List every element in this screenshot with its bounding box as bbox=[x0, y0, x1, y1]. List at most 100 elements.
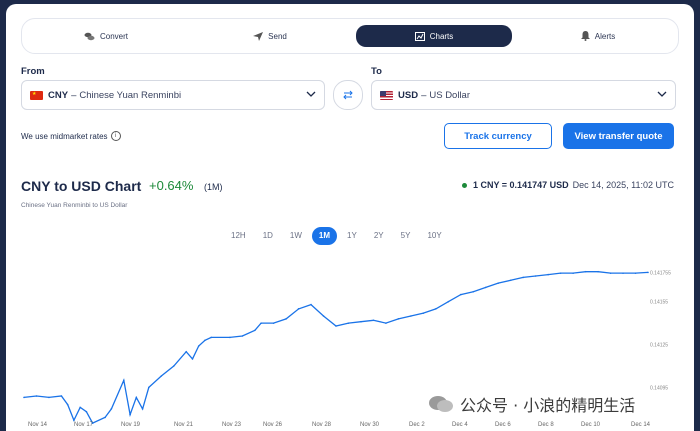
from-name: Chinese Yuan Renminbi bbox=[79, 89, 182, 101]
data-point bbox=[204, 339, 206, 342]
data-point bbox=[360, 320, 362, 323]
data-point bbox=[609, 272, 612, 274]
data-point bbox=[135, 396, 138, 399]
track-currency-button[interactable]: Track currency bbox=[444, 123, 552, 149]
to-label: To bbox=[371, 66, 382, 77]
data-point bbox=[310, 303, 312, 306]
data-point bbox=[35, 395, 38, 397]
swap-currencies-button[interactable] bbox=[333, 80, 363, 110]
data-point bbox=[572, 272, 574, 274]
range-1y[interactable]: 1Y bbox=[340, 227, 364, 245]
data-point bbox=[397, 318, 400, 320]
currency-card: Convert Send Charts Alerts From ★ CNY – … bbox=[6, 4, 694, 431]
y-tick-label: 0.141755 bbox=[650, 270, 671, 276]
from-label: From bbox=[21, 66, 45, 77]
x-tick-label: Nov 23 bbox=[222, 422, 242, 428]
data-point bbox=[104, 416, 106, 419]
data-point bbox=[335, 325, 337, 327]
from-separator: – bbox=[71, 89, 77, 101]
data-point bbox=[148, 386, 150, 389]
data-point bbox=[497, 282, 500, 284]
data-point bbox=[73, 419, 75, 422]
rate-date: Dec 14, 2025, 11:02 UTC bbox=[572, 180, 674, 190]
tab-label: Alerts bbox=[594, 31, 616, 41]
data-point bbox=[447, 300, 450, 303]
tab-bar: Convert Send Charts Alerts bbox=[21, 18, 679, 54]
live-dot-icon bbox=[461, 182, 467, 188]
change-percent: +0.64% bbox=[149, 178, 194, 193]
data-point bbox=[460, 293, 462, 296]
to-currency-select[interactable]: USD – US Dollar bbox=[371, 80, 676, 110]
data-point bbox=[634, 272, 637, 274]
data-point bbox=[210, 336, 212, 339]
data-point bbox=[160, 375, 163, 377]
data-point bbox=[129, 413, 131, 416]
data-point bbox=[472, 290, 475, 293]
data-point bbox=[622, 272, 624, 274]
data-point bbox=[60, 395, 63, 397]
change-period: (1M) bbox=[204, 182, 223, 192]
tab-charts[interactable]: Charts bbox=[356, 25, 512, 47]
x-tick-label: Nov 21 bbox=[174, 422, 194, 428]
convert-icon bbox=[84, 32, 95, 40]
tab-send[interactable]: Send bbox=[192, 25, 348, 47]
info-icon[interactable]: i bbox=[110, 131, 121, 141]
tab-label: Convert bbox=[99, 31, 128, 41]
midmarket-note: We use midmarket rates i bbox=[21, 131, 121, 141]
from-code: CNY bbox=[48, 89, 69, 101]
tab-convert[interactable]: Convert bbox=[28, 25, 184, 47]
x-tick-label: Nov 19 bbox=[121, 422, 141, 428]
current-rate: 1 CNY = 0.141747 USD Dec 14, 2025, 11:02… bbox=[461, 180, 674, 190]
x-tick-label: Dec 2 bbox=[409, 422, 425, 428]
data-point bbox=[197, 345, 200, 347]
x-tick-label: Dec 4 bbox=[452, 422, 468, 428]
to-separator: – bbox=[421, 89, 427, 101]
wechat-icon bbox=[429, 396, 453, 412]
data-point bbox=[559, 272, 562, 274]
charts-icon bbox=[414, 31, 425, 41]
data-point bbox=[647, 271, 649, 274]
data-point bbox=[522, 276, 524, 279]
data-point bbox=[509, 279, 512, 282]
data-point bbox=[272, 322, 275, 324]
data-point bbox=[229, 336, 231, 339]
range-10y[interactable]: 10Y bbox=[420, 227, 448, 245]
data-point bbox=[141, 408, 144, 410]
range-5y[interactable]: 5Y bbox=[394, 227, 418, 245]
data-point bbox=[185, 350, 188, 353]
watermark-text: 公众号 · 小浪的精明生活 bbox=[460, 396, 636, 415]
data-point bbox=[372, 319, 375, 322]
swap-icon bbox=[343, 90, 353, 100]
data-point bbox=[435, 308, 437, 310]
range-selector: 12H 1D 1W 1M 1Y 2Y 5Y 10Y bbox=[224, 227, 452, 245]
chevron-down-icon bbox=[306, 91, 316, 97]
from-currency-select[interactable]: ★ CNY – Chinese Yuan Renminbi bbox=[21, 80, 325, 110]
bell-icon bbox=[580, 31, 590, 41]
data-point bbox=[534, 275, 537, 277]
data-point bbox=[484, 286, 487, 289]
data-point bbox=[385, 322, 387, 324]
y-tick-label: 0.14155 bbox=[650, 300, 668, 306]
range-2y[interactable]: 2Y bbox=[367, 227, 391, 245]
data-point bbox=[297, 308, 300, 310]
tab-label: Charts bbox=[429, 31, 454, 41]
data-point bbox=[23, 396, 25, 399]
midmarket-text: We use midmarket rates bbox=[21, 131, 108, 141]
data-point bbox=[79, 406, 81, 409]
data-point bbox=[260, 322, 262, 324]
tab-alerts[interactable]: Alerts bbox=[520, 25, 676, 47]
range-12h[interactable]: 12H bbox=[224, 227, 253, 245]
data-point bbox=[410, 315, 412, 317]
cn-flag-icon: ★ bbox=[30, 90, 43, 100]
range-1w[interactable]: 1W bbox=[283, 227, 309, 245]
data-point bbox=[254, 329, 256, 332]
data-point bbox=[347, 322, 350, 324]
range-1m[interactable]: 1M bbox=[311, 227, 338, 245]
x-tick-label: Dec 10 bbox=[581, 422, 601, 428]
range-1d[interactable]: 1D bbox=[256, 227, 280, 245]
x-tick-label: Dec 6 bbox=[495, 422, 511, 428]
x-tick-label: Nov 17 bbox=[74, 422, 94, 428]
send-icon bbox=[253, 31, 264, 41]
view-transfer-quote-button[interactable]: View transfer quote bbox=[563, 123, 674, 149]
rate-value: 1 CNY = 0.141747 USD bbox=[472, 180, 569, 190]
